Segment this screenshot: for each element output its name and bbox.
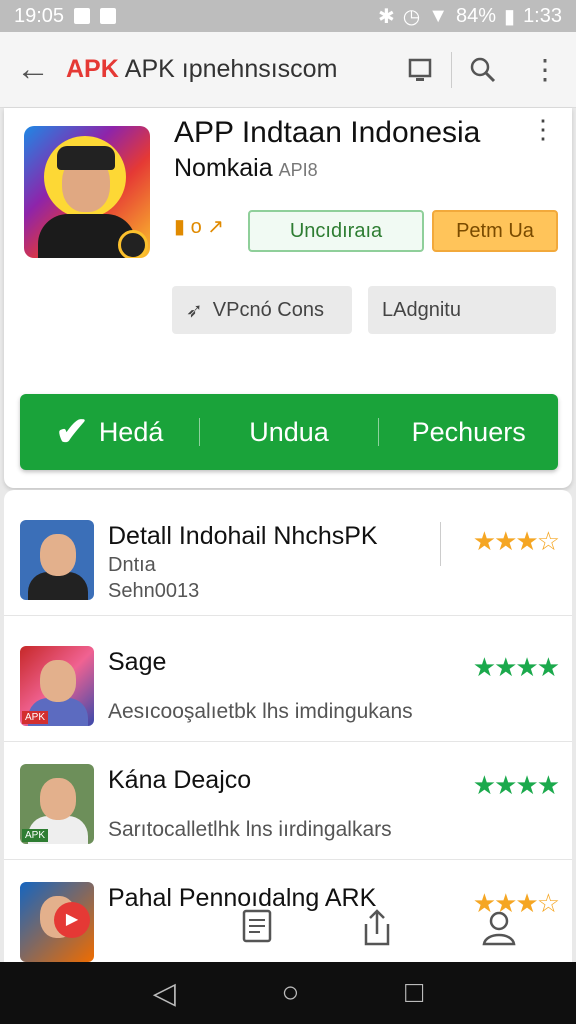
app-version: API8 <box>278 160 318 180</box>
version-button[interactable]: ➶ VPcnó Cons <box>172 286 352 334</box>
nav-recents-icon[interactable]: □ <box>405 976 423 1010</box>
action-seg-3[interactable]: Pechuers <box>379 394 558 470</box>
wifi-icon: ▼ <box>428 4 449 27</box>
status-time-left: 19:05 <box>14 4 65 27</box>
app-detail-card: APP Indtaan Indonesia Nomkaia API8 ⋮ ▮ o … <box>4 108 572 488</box>
action-seg-1[interactable]: ✔ Hedá <box>20 394 199 470</box>
site-brand[interactable]: APK APK ıpnehnsıscom <box>66 55 337 84</box>
app-thumbnail: APK <box>20 764 94 844</box>
notification-icon <box>100 8 117 24</box>
more-vert-icon[interactable]: ⋮ <box>514 32 576 108</box>
bottom-nav <box>0 900 576 962</box>
status-bar: 19:05 ✱ ◷ ▼ 84% ▮ 1:33 <box>0 0 576 32</box>
list-item[interactable]: APK Kána Deajco Sarıtocalletlhk lns iırd… <box>4 742 572 860</box>
action-seg-2[interactable]: Undua <box>200 394 379 470</box>
download-action-bar: ✔ Hedá Undua Pechuers <box>20 394 558 470</box>
app-developer: Nomkaia API8 <box>174 154 318 182</box>
rating-stars: ★★★★ <box>472 652 560 682</box>
rocket-icon: ➶ <box>186 299 203 322</box>
nav-back-icon[interactable]: ◁ <box>153 976 176 1011</box>
list-item-name: Detall Indohail NhchsPK <box>108 522 378 550</box>
check-icon: ✔ <box>55 410 89 454</box>
app-icon <box>24 126 150 258</box>
battery-icon: ▮ <box>504 5 516 28</box>
brand-text: APK ıpnehnsıscom <box>124 55 338 83</box>
orange-action-button[interactable]: Petm Ua <box>432 210 558 252</box>
list-item[interactable]: Detall Indohail NhchsPK Dntıa Sehn0013 ★… <box>4 498 572 616</box>
share-icon[interactable] <box>360 908 394 956</box>
list-item-sub: Dntıa <box>108 554 156 576</box>
search-icon[interactable] <box>452 32 514 108</box>
list-item-name: Kána Deajco <box>108 766 252 794</box>
notification-icon <box>74 8 91 24</box>
status-time-right: 1:33 <box>523 4 562 27</box>
related-apps-list: Detall Indohail NhchsPK Dntıa Sehn0013 ★… <box>4 490 572 962</box>
list-item[interactable]: APK Sage Aesıcooşalıetbk lhs imdingukans… <box>4 624 572 742</box>
list-item-desc: Sarıtocalletlhk lns iırdingalkars <box>108 818 392 841</box>
bag-icon: ▮ o ↗ <box>174 216 225 238</box>
profile-icon[interactable] <box>480 908 518 956</box>
tablet-icon[interactable] <box>389 32 451 108</box>
brand-logo: APK <box>66 55 119 83</box>
app-title: APP Indtaan Indonesia <box>174 116 481 149</box>
uninstall-button[interactable]: Uncıdıraıa <box>248 210 424 252</box>
nav-home-icon[interactable]: ○ <box>281 976 299 1010</box>
list-item-desc: Aesıcooşalıetbk lhs imdingukans <box>108 700 413 723</box>
list-item-name: Sage <box>108 648 167 676</box>
app-thumbnail <box>20 520 94 600</box>
back-arrow-icon[interactable]: ← <box>0 50 66 89</box>
secondary-button[interactable]: LAdgnitu <box>368 286 556 334</box>
rating-stars: ★★★☆ <box>472 526 560 556</box>
app-thumbnail: APK <box>20 646 94 726</box>
list-item-sub: Sehn0013 <box>108 580 200 602</box>
app-toolbar: ← APK APK ıpnehnsıscom ⋮ <box>0 32 576 108</box>
more-vert-icon[interactable]: ⋮ <box>530 114 556 145</box>
battery-percent: 84% <box>456 4 497 27</box>
bluetooth-icon: ✱ <box>378 5 395 28</box>
rating-stars: ★★★★ <box>472 770 560 800</box>
alarm-icon: ◷ <box>402 5 421 28</box>
system-nav-bar: ◁ ○ □ <box>0 962 576 1024</box>
document-icon[interactable] <box>240 908 274 956</box>
